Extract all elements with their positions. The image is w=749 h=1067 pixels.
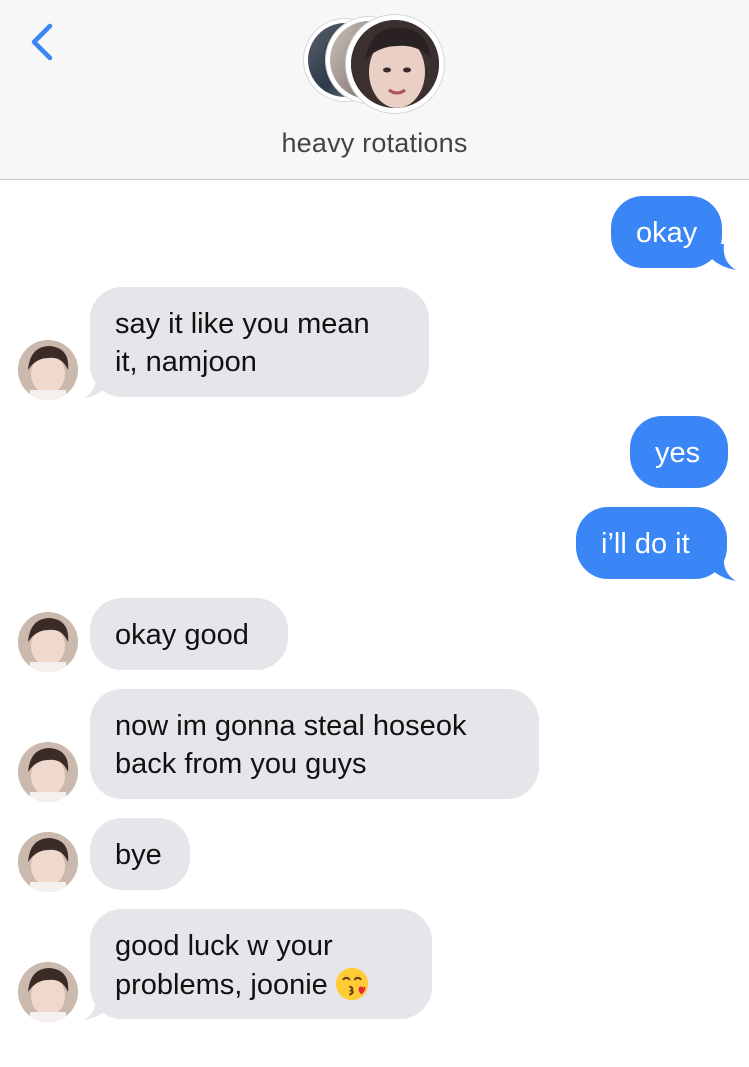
bubble-tail [700,244,736,270]
chevron-left-icon [31,23,53,61]
message-text: good luck w your [115,930,333,962]
back-button[interactable] [22,20,62,64]
message-bubble-received[interactable]: bye [90,818,190,890]
contact-avatar[interactable] [18,832,78,892]
message-text: okay good [115,619,249,651]
message-text: it, namjoon [115,346,257,378]
message-text: problems, joonie [115,969,328,1001]
message-text: say it like you mean [115,308,370,340]
message-bubble-received[interactable]: now im gonna steal hoseok back from you … [90,689,539,799]
message-text: now im gonna steal hoseok [115,710,467,742]
message-text: okay [636,217,698,249]
contact-avatar[interactable] [18,340,78,400]
message-text: bye [115,839,162,871]
message-text: back from you guys [115,748,367,780]
message-bubble-received[interactable]: good luck w your problems, joonie [90,909,432,1019]
contact-avatar[interactable] [18,962,78,1022]
group-avatars[interactable] [300,14,450,114]
message-bubble-received[interactable]: okay good [90,598,288,670]
kissing-face-with-heart-icon [335,967,368,1001]
group-name[interactable]: heavy rotations [0,128,749,159]
message-text: i’ll do it [601,528,690,560]
bubble-tail [700,555,736,581]
contact-avatar[interactable] [18,612,78,672]
conversation-header: heavy rotations [0,0,749,180]
group-avatar-3 [346,15,444,113]
contact-avatar[interactable] [18,742,78,802]
message-bubble-sent[interactable]: yes [630,416,728,488]
message-bubble-received[interactable]: say it like you mean it, namjoon [90,287,429,397]
message-text: yes [655,437,701,469]
